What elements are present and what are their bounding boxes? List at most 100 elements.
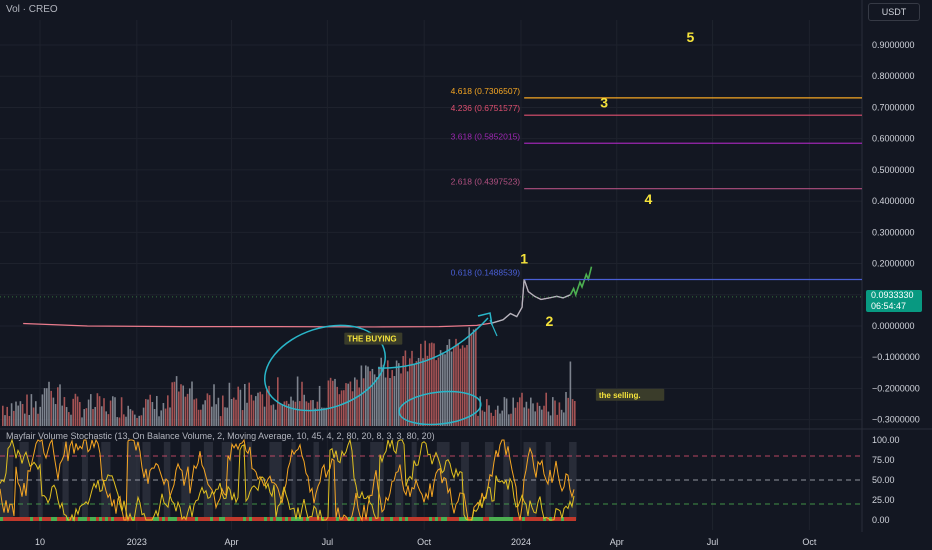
volume-bar xyxy=(307,402,310,426)
volume-bar xyxy=(147,399,149,426)
stoch-signal-band xyxy=(174,517,177,521)
stoch-signal-band xyxy=(474,517,477,521)
stoch-signal-band xyxy=(18,517,21,521)
stoch-signal-band xyxy=(438,517,441,521)
stoch-signal-band xyxy=(393,517,396,521)
volume-bar xyxy=(219,416,222,426)
volume-bar xyxy=(230,398,233,426)
stoch-signal-band xyxy=(108,517,111,521)
volume-bar xyxy=(35,401,37,426)
volume-bar xyxy=(46,388,48,426)
volume-bar xyxy=(371,368,374,426)
volume-bar xyxy=(32,407,35,426)
volume-bar xyxy=(92,409,94,426)
stoch-signal-band xyxy=(3,517,6,521)
volume-bar xyxy=(503,397,506,426)
volume-bar xyxy=(101,406,103,426)
stoch-signal-band xyxy=(564,517,567,521)
volume-bar xyxy=(270,405,272,426)
stoch-signal-band xyxy=(246,517,249,521)
volume-bar xyxy=(292,400,294,426)
stoch-signal-band xyxy=(486,517,489,521)
stoch-signal-band xyxy=(423,517,426,521)
indicator-label[interactable]: Mayfair Volume Stochastic (13, On Balanc… xyxy=(6,431,435,441)
volume-bar xyxy=(543,405,545,426)
stoch-signal-band xyxy=(24,517,27,521)
stoch-axis-tick: 100.00 xyxy=(872,435,900,445)
volume-bar xyxy=(211,406,213,426)
volume-bar xyxy=(450,351,453,426)
volume-bar xyxy=(90,394,92,426)
volume-bar xyxy=(127,405,129,426)
stoch-signal-band xyxy=(51,517,54,521)
volume-bar xyxy=(406,371,409,426)
volume-bar xyxy=(156,395,158,426)
volume-bar xyxy=(428,343,431,426)
volume-bar xyxy=(318,385,321,426)
volume-bar xyxy=(263,406,266,426)
volume-bar xyxy=(142,407,145,426)
volume-bar xyxy=(195,398,198,426)
volume-bar xyxy=(472,329,475,426)
volume-bar xyxy=(552,397,554,426)
stoch-bg-band xyxy=(569,442,577,520)
stoch-signal-band xyxy=(270,517,273,521)
volume-bar xyxy=(574,401,576,426)
volume-bar xyxy=(393,376,396,426)
projection-line xyxy=(569,266,593,298)
volume-bar xyxy=(123,414,125,426)
stoch-signal-band xyxy=(405,517,408,521)
volume-bar xyxy=(514,407,517,426)
time-axis-tick: 2023 xyxy=(127,537,147,547)
volume-bar xyxy=(453,346,455,426)
wave-label: 5 xyxy=(687,29,695,45)
volume-bar xyxy=(382,364,385,426)
volume-bar xyxy=(567,397,569,426)
volume-bar xyxy=(233,397,235,426)
volume-bar xyxy=(19,401,22,426)
selling-annotation: the selling. xyxy=(599,391,641,400)
volume-bar xyxy=(442,352,444,426)
stoch-signal-band xyxy=(78,517,81,521)
volume-bar xyxy=(411,350,413,426)
stoch-signal-band xyxy=(84,517,87,521)
volume-bar xyxy=(279,403,281,426)
volume-bar xyxy=(241,410,244,426)
stoch-signal-band xyxy=(309,517,312,521)
price-axis-tick: 0.5000000 xyxy=(872,165,915,175)
volume-bar xyxy=(508,414,510,426)
volume-bar xyxy=(499,413,501,426)
stoch-signal-band xyxy=(138,517,141,521)
stoch-signal-band xyxy=(528,517,531,521)
fib-level-label: 4.618 (0.7306507) xyxy=(451,86,521,96)
volume-bar xyxy=(237,386,239,426)
volume-bar xyxy=(521,392,523,426)
stoch-signal-band xyxy=(15,517,18,521)
volume-bar xyxy=(527,408,530,426)
volume-bar xyxy=(398,363,400,426)
stoch-signal-band xyxy=(258,517,261,521)
volume-bar xyxy=(444,354,446,426)
stoch-signal-band xyxy=(36,517,39,521)
volume-bar xyxy=(296,376,299,426)
fib-level-label: 3.618 (0.5852015) xyxy=(451,131,521,141)
stoch-signal-band xyxy=(492,517,495,521)
volume-bar xyxy=(96,393,99,426)
volume-bar xyxy=(565,391,567,426)
time-axis-tick: 2024 xyxy=(511,537,531,547)
volume-bar xyxy=(347,383,349,426)
volume-bar xyxy=(120,397,123,426)
stoch-signal-band xyxy=(408,517,411,521)
price-axis-tick: −0.3000000 xyxy=(872,415,920,425)
volume-bar xyxy=(464,347,466,426)
time-axis-tick: Jul xyxy=(707,537,719,547)
volume-bar xyxy=(404,350,407,426)
currency-selector[interactable]: USDT xyxy=(868,3,920,21)
stoch-signal-band xyxy=(240,517,243,521)
stoch-signal-band xyxy=(255,517,258,521)
volume-bar xyxy=(541,409,543,426)
volume-bar xyxy=(48,381,50,426)
stoch-signal-band xyxy=(396,517,399,521)
price-axis-tick: 0.8000000 xyxy=(872,71,915,81)
stoch-bg-band xyxy=(142,442,151,520)
